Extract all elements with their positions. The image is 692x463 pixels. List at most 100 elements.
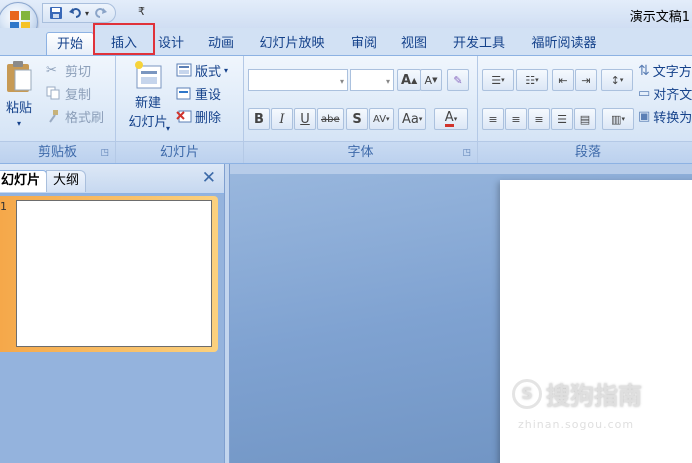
redo-icon[interactable]: [91, 5, 109, 21]
scissors-icon: ✂: [46, 62, 57, 78]
align-center-button[interactable]: ≡: [505, 108, 527, 130]
underline-button[interactable]: U: [294, 108, 316, 130]
ribbon-tabs: 开始 插入 设计 动画 幻灯片放映 审阅 视图 开发工具 福昕阅读器: [0, 28, 692, 55]
chevron-down-icon: ▾: [385, 77, 390, 86]
watermark-text: 搜狗指南: [546, 382, 642, 410]
text-direction-button[interactable]: ⇅ 文字方: [638, 61, 692, 81]
distribute-button[interactable]: ▤: [574, 108, 596, 130]
paste-dropdown-icon: ▾: [16, 119, 21, 128]
reset-button[interactable]: 重设: [176, 84, 221, 103]
paste-label: 粘贴: [5, 101, 32, 116]
align-left-button[interactable]: ≡: [482, 108, 504, 130]
tab-foxit-reader[interactable]: 福昕阅读器: [524, 32, 604, 55]
convert-smartart-button[interactable]: ▣ 转换为: [638, 107, 692, 126]
close-icon[interactable]: ✕: [202, 168, 216, 188]
align-center-icon: ≡: [511, 112, 521, 126]
bold-icon: B: [254, 111, 264, 127]
numbering-button[interactable]: ☷ ▾: [516, 69, 548, 91]
paste-icon: [7, 61, 32, 92]
font-group-label: 字体: [244, 141, 477, 163]
slide-thumbnail-list[interactable]: 1: [0, 194, 224, 463]
align-text-icon: ▭: [638, 86, 651, 101]
slide-panel: 幻灯片 大纲 ✕ 1: [0, 164, 224, 463]
tab-outline[interactable]: 大纲: [46, 170, 87, 192]
bold-button[interactable]: B: [248, 108, 270, 130]
chevron-down-icon: ▾: [339, 77, 344, 86]
new-slide-dropdown-icon[interactable]: ▾: [166, 124, 170, 133]
strikethrough-icon: abe: [321, 113, 340, 125]
font-size-combo[interactable]: ▾: [350, 69, 394, 91]
slide-panel-tabs: 幻灯片 大纲 ✕: [0, 164, 224, 194]
watermark: S 搜狗指南 zhinan.sogou.com: [512, 376, 682, 436]
tab-insert[interactable]: 插入: [96, 32, 152, 55]
tab-home[interactable]: 开始: [46, 32, 94, 55]
underline-icon: U: [300, 111, 310, 127]
undo-icon[interactable]: [67, 5, 85, 21]
line-spacing-button[interactable]: ↕ ▾: [601, 69, 633, 91]
grow-font-button[interactable]: A ▲: [397, 69, 422, 91]
delete-slide-label: 删除: [195, 111, 222, 126]
tab-slideshow[interactable]: 幻灯片放映: [252, 32, 332, 55]
new-slide-icon: [135, 61, 162, 89]
increase-indent-button[interactable]: ⇥: [575, 69, 597, 91]
customize-qat-icon[interactable]: ₹: [138, 5, 145, 18]
editing-area-top-strip: [230, 164, 692, 174]
tab-slides[interactable]: 幻灯片: [0, 170, 48, 192]
slide-thumbnail[interactable]: [16, 200, 212, 347]
paste-button[interactable]: 粘贴 ▾: [0, 60, 38, 136]
slide-number: 1: [0, 200, 7, 213]
copy-button[interactable]: 复制: [46, 84, 91, 103]
bullets-button[interactable]: ☰ ▾: [482, 69, 514, 91]
font-name-combo[interactable]: ▾: [248, 69, 348, 91]
layout-button[interactable]: 版式 ▾: [176, 61, 228, 80]
slides-group-label: 幻灯片: [116, 141, 243, 163]
copy-icon: [46, 86, 62, 102]
format-painter-icon: [46, 109, 62, 125]
clear-format-button[interactable]: ✎: [447, 69, 469, 91]
numbering-icon: ☷: [525, 73, 536, 87]
copy-label: 复制: [65, 88, 92, 103]
text-direction-label: 文字方: [652, 65, 692, 80]
font-color-button[interactable]: A ▾: [434, 108, 468, 130]
undo-dropdown-icon[interactable]: ▾: [85, 9, 89, 18]
strikethrough-button[interactable]: abe: [317, 108, 344, 130]
align-left-icon: ≡: [488, 112, 498, 126]
new-slide-label-line1: 新建: [134, 96, 161, 111]
align-text-button[interactable]: ▭ 对齐文: [638, 84, 692, 103]
font-color-icon: A: [444, 110, 454, 127]
align-right-button[interactable]: ≡: [528, 108, 550, 130]
layout-label: 版式: [195, 65, 222, 80]
clipboard-launcher-icon[interactable]: ◳: [100, 148, 109, 158]
sogou-logo-icon: S: [512, 378, 542, 409]
columns-button[interactable]: ▥ ▾: [602, 108, 634, 130]
change-case-button[interactable]: Aa ▾: [398, 108, 427, 130]
cut-button[interactable]: ✂ 剪切: [46, 61, 92, 81]
align-text-label: 对齐文: [653, 88, 692, 103]
reset-label: 重设: [195, 88, 222, 103]
tab-review[interactable]: 审阅: [344, 32, 384, 55]
justify-icon: ☰: [557, 112, 567, 126]
increase-indent-icon: ⇥: [581, 73, 591, 87]
italic-button[interactable]: I: [271, 108, 293, 130]
save-icon[interactable]: [47, 5, 65, 21]
tab-view[interactable]: 视图: [394, 32, 434, 55]
shadow-icon: S: [352, 111, 362, 127]
text-direction-icon: ⇅: [638, 62, 650, 79]
decrease-indent-button[interactable]: ⇤: [552, 69, 574, 91]
watermark-url: zhinan.sogou.com: [518, 418, 635, 431]
justify-button[interactable]: ☰: [551, 108, 573, 130]
delete-slide-button[interactable]: 删除: [176, 107, 221, 126]
shrink-font-button[interactable]: A ▼: [420, 69, 442, 91]
bullets-icon: ☰: [491, 73, 502, 87]
font-launcher-icon[interactable]: ◳: [462, 148, 471, 158]
tab-design[interactable]: 设计: [154, 32, 188, 55]
shadow-button[interactable]: S: [346, 108, 368, 130]
reset-icon: [176, 86, 192, 102]
char-spacing-button[interactable]: AV ▾: [369, 108, 394, 130]
cut-label: 剪切: [65, 65, 92, 80]
tab-developer[interactable]: 开发工具: [446, 32, 512, 55]
format-painter-label: 格式刷: [65, 111, 105, 126]
format-painter-button[interactable]: 格式刷: [46, 107, 104, 126]
tab-animation[interactable]: 动画: [200, 32, 242, 55]
align-right-icon: ≡: [534, 112, 544, 126]
